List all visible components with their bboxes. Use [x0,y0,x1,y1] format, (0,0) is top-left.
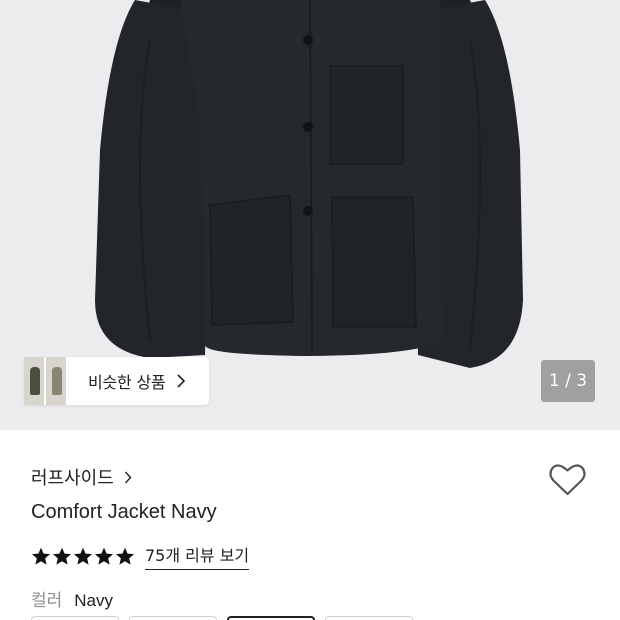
star-rating [31,547,136,566]
button-1 [303,35,313,45]
button-2 [303,122,313,132]
heart-icon[interactable] [549,463,586,496]
product-title: Comfort Jacket Navy [31,501,217,523]
color-swatch[interactable] [129,616,217,620]
brand-link[interactable]: 러프사이드 [31,464,132,490]
product-info: 러프사이드 Comfort Jacket Navy 75개 리뷰 보기 컬러 N… [0,430,620,620]
star-icon [94,547,114,565]
similar-thumb-1 [24,357,44,405]
star-icon [31,547,51,565]
color-swatch[interactable] [227,616,315,620]
similar-products-label: 비슷한 상품 [88,373,166,392]
chevron-right-icon [124,471,132,483]
similar-products-button[interactable]: 비슷한 상품 [24,357,209,405]
color-swatch[interactable] [31,616,119,620]
color-value: Navy [74,591,114,610]
color-label: 컬러 [31,591,63,611]
chevron-right-icon [176,374,185,388]
similar-thumbnails [24,357,66,405]
brand-name: 러프사이드 [31,468,114,489]
similar-thumb-2 [46,357,66,405]
color-swatches [31,616,423,620]
star-icon [52,547,72,565]
product-image-area[interactable]: 비슷한 상품 1 / 3 [0,0,620,430]
image-counter: 1 / 3 [541,360,595,402]
star-icon [115,547,135,565]
star-icon [73,547,93,565]
review-link[interactable]: 75개 리뷰 보기 [145,542,250,570]
button-3 [303,206,313,216]
rating-row: 75개 리뷰 보기 [31,542,250,570]
color-swatch[interactable] [325,616,413,620]
color-option-row: 컬러 Navy [31,586,113,611]
